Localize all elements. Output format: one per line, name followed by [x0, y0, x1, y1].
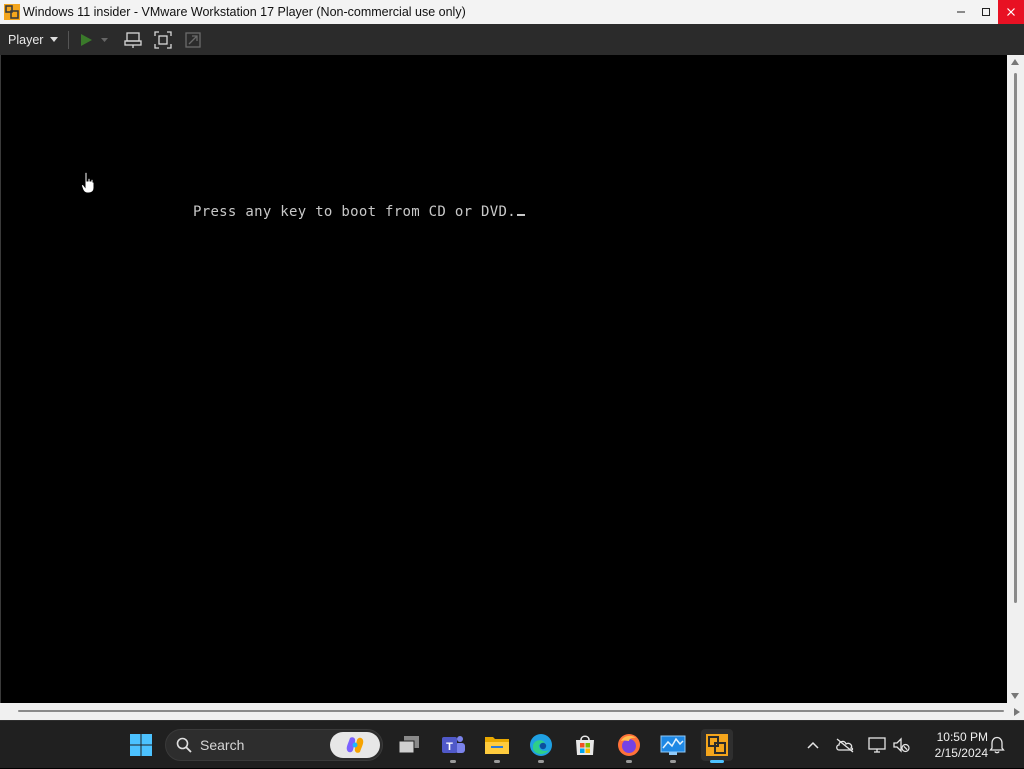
power-on-button[interactable] — [79, 33, 109, 47]
search-highlight-badge[interactable] — [330, 732, 380, 758]
resource-monitor-icon — [660, 735, 686, 755]
vertical-scrollbar[interactable] — [1007, 55, 1024, 703]
maximize-icon — [981, 8, 990, 16]
active-indicator — [710, 760, 724, 763]
show-hidden-icons-button[interactable] — [802, 734, 824, 756]
firefox-icon — [618, 734, 640, 756]
notification-bell-icon — [989, 736, 1005, 754]
unity-icon — [185, 31, 202, 48]
taskbar-microsoft-store[interactable] — [569, 729, 601, 761]
search-label: Search — [200, 737, 245, 753]
boot-message-line: Press any key to boot from CD or DVD. — [193, 204, 525, 220]
clock-date: 2/15/2024 — [934, 746, 988, 760]
taskbar-vmware-player[interactable] — [701, 729, 733, 763]
vertical-scroll-thumb[interactable] — [1014, 73, 1017, 603]
taskbar-clock[interactable]: 10:50 PM 2/15/2024 — [920, 729, 988, 761]
play-dropdown-icon — [101, 37, 109, 42]
player-menu-label: Player — [8, 32, 44, 47]
window-title: Windows 11 insider - VMware Workstation … — [23, 5, 466, 19]
close-icon — [1007, 8, 1015, 16]
chevron-down-icon — [50, 37, 59, 42]
edge-icon — [530, 734, 552, 756]
file-explorer-icon — [485, 737, 509, 754]
volume-muted-icon — [893, 737, 910, 753]
volume-tray-button[interactable] — [890, 734, 912, 756]
chevron-up-icon — [807, 741, 819, 749]
running-indicator — [494, 760, 500, 763]
display-tray-button[interactable] — [866, 734, 888, 756]
horizontal-scrollbar[interactable] — [0, 703, 1024, 720]
onedrive-tray-button[interactable] — [834, 734, 856, 756]
taskbar-resource-monitor[interactable] — [657, 729, 689, 763]
taskbar-edge[interactable] — [525, 729, 557, 763]
minimize-icon — [956, 11, 965, 13]
running-indicator — [670, 760, 676, 763]
windows-taskbar: Search T 10:50 PM 2/15/2024 — [0, 720, 1024, 768]
running-indicator — [538, 760, 544, 763]
unity-button[interactable] — [182, 29, 204, 51]
boot-message: Press any key to boot from CD or DVD. — [193, 204, 516, 220]
system-tray — [802, 721, 912, 769]
search-icon — [176, 737, 192, 753]
player-menu-button[interactable]: Player — [0, 24, 59, 55]
scroll-right-icon[interactable] — [1014, 708, 1020, 716]
microsoft-store-icon — [576, 735, 594, 755]
start-button[interactable] — [125, 729, 157, 761]
vmware-app-icon[interactable] — [4, 4, 20, 20]
horizontal-scroll-thumb[interactable] — [18, 710, 1004, 712]
window-controls — [948, 0, 1024, 24]
full-screen-icon — [154, 30, 173, 49]
notification-area — [986, 721, 1008, 769]
taskbar-file-explorer[interactable] — [481, 729, 513, 763]
close-button[interactable] — [998, 0, 1024, 24]
full-screen-button[interactable] — [152, 29, 174, 51]
send-ctrl-alt-del-button[interactable] — [122, 29, 144, 51]
display-icon — [868, 737, 886, 753]
scroll-up-icon[interactable] — [1011, 59, 1019, 65]
vmware-player-icon — [706, 734, 728, 756]
taskbar-search-box[interactable]: Search — [165, 729, 383, 761]
virtual-machine-screen[interactable]: Press any key to boot from CD or DVD. — [0, 55, 1007, 703]
teams-icon: T — [442, 736, 465, 753]
maximize-button[interactable] — [973, 0, 998, 24]
play-icon — [81, 33, 93, 46]
svg-text:T: T — [446, 741, 453, 753]
toolbar-divider — [68, 30, 70, 49]
windows-start-icon — [130, 734, 152, 756]
minimize-button[interactable] — [948, 0, 973, 24]
title-bar[interactable]: Windows 11 insider - VMware Workstation … — [0, 0, 1024, 24]
send-ctrl-alt-del-icon — [124, 31, 143, 48]
task-view-icon — [398, 736, 419, 754]
running-indicator — [626, 760, 632, 763]
text-cursor — [516, 214, 525, 216]
scroll-down-icon[interactable] — [1011, 693, 1019, 699]
taskbar-teams[interactable]: T — [437, 729, 469, 763]
hand-pointer-icon — [81, 172, 95, 194]
clock-time: 10:50 PM — [936, 730, 988, 744]
copilot-icon — [346, 737, 364, 753]
notification-center-button[interactable] — [986, 734, 1008, 756]
player-toolbar: Player — [0, 24, 1024, 55]
running-indicator — [450, 760, 456, 763]
taskbar-task-view[interactable] — [393, 729, 425, 761]
taskbar-firefox[interactable] — [613, 729, 645, 763]
onedrive-offline-icon — [836, 738, 854, 753]
